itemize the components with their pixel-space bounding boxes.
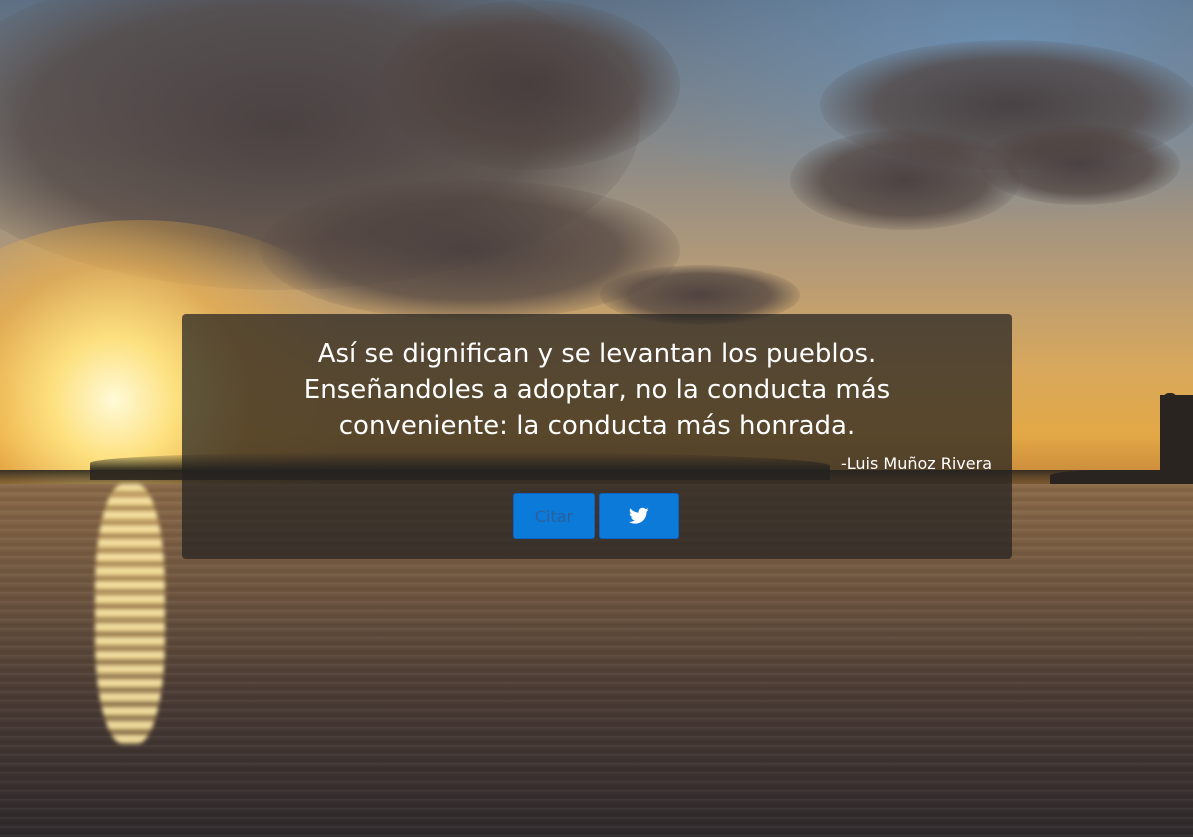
quote-box: Así se dignifican y se levantan los pueb… xyxy=(182,314,1012,559)
twitter-icon xyxy=(629,507,649,525)
fort-base xyxy=(1050,470,1193,484)
new-quote-button[interactable]: Citar xyxy=(513,493,595,539)
cloud xyxy=(380,0,680,170)
button-group: Citar xyxy=(513,493,679,539)
quote-author: -Luis Muñoz Rivera xyxy=(840,454,992,473)
cloud xyxy=(790,130,1020,230)
tweet-button[interactable] xyxy=(599,493,679,539)
sun-reflection xyxy=(95,484,165,744)
cloud xyxy=(980,125,1180,205)
background-sunset-image: Así se dignifican y se levantan los pueb… xyxy=(0,0,1193,837)
quote-text: Así se dignifican y se levantan los pueb… xyxy=(303,339,891,441)
fort xyxy=(1160,395,1193,480)
